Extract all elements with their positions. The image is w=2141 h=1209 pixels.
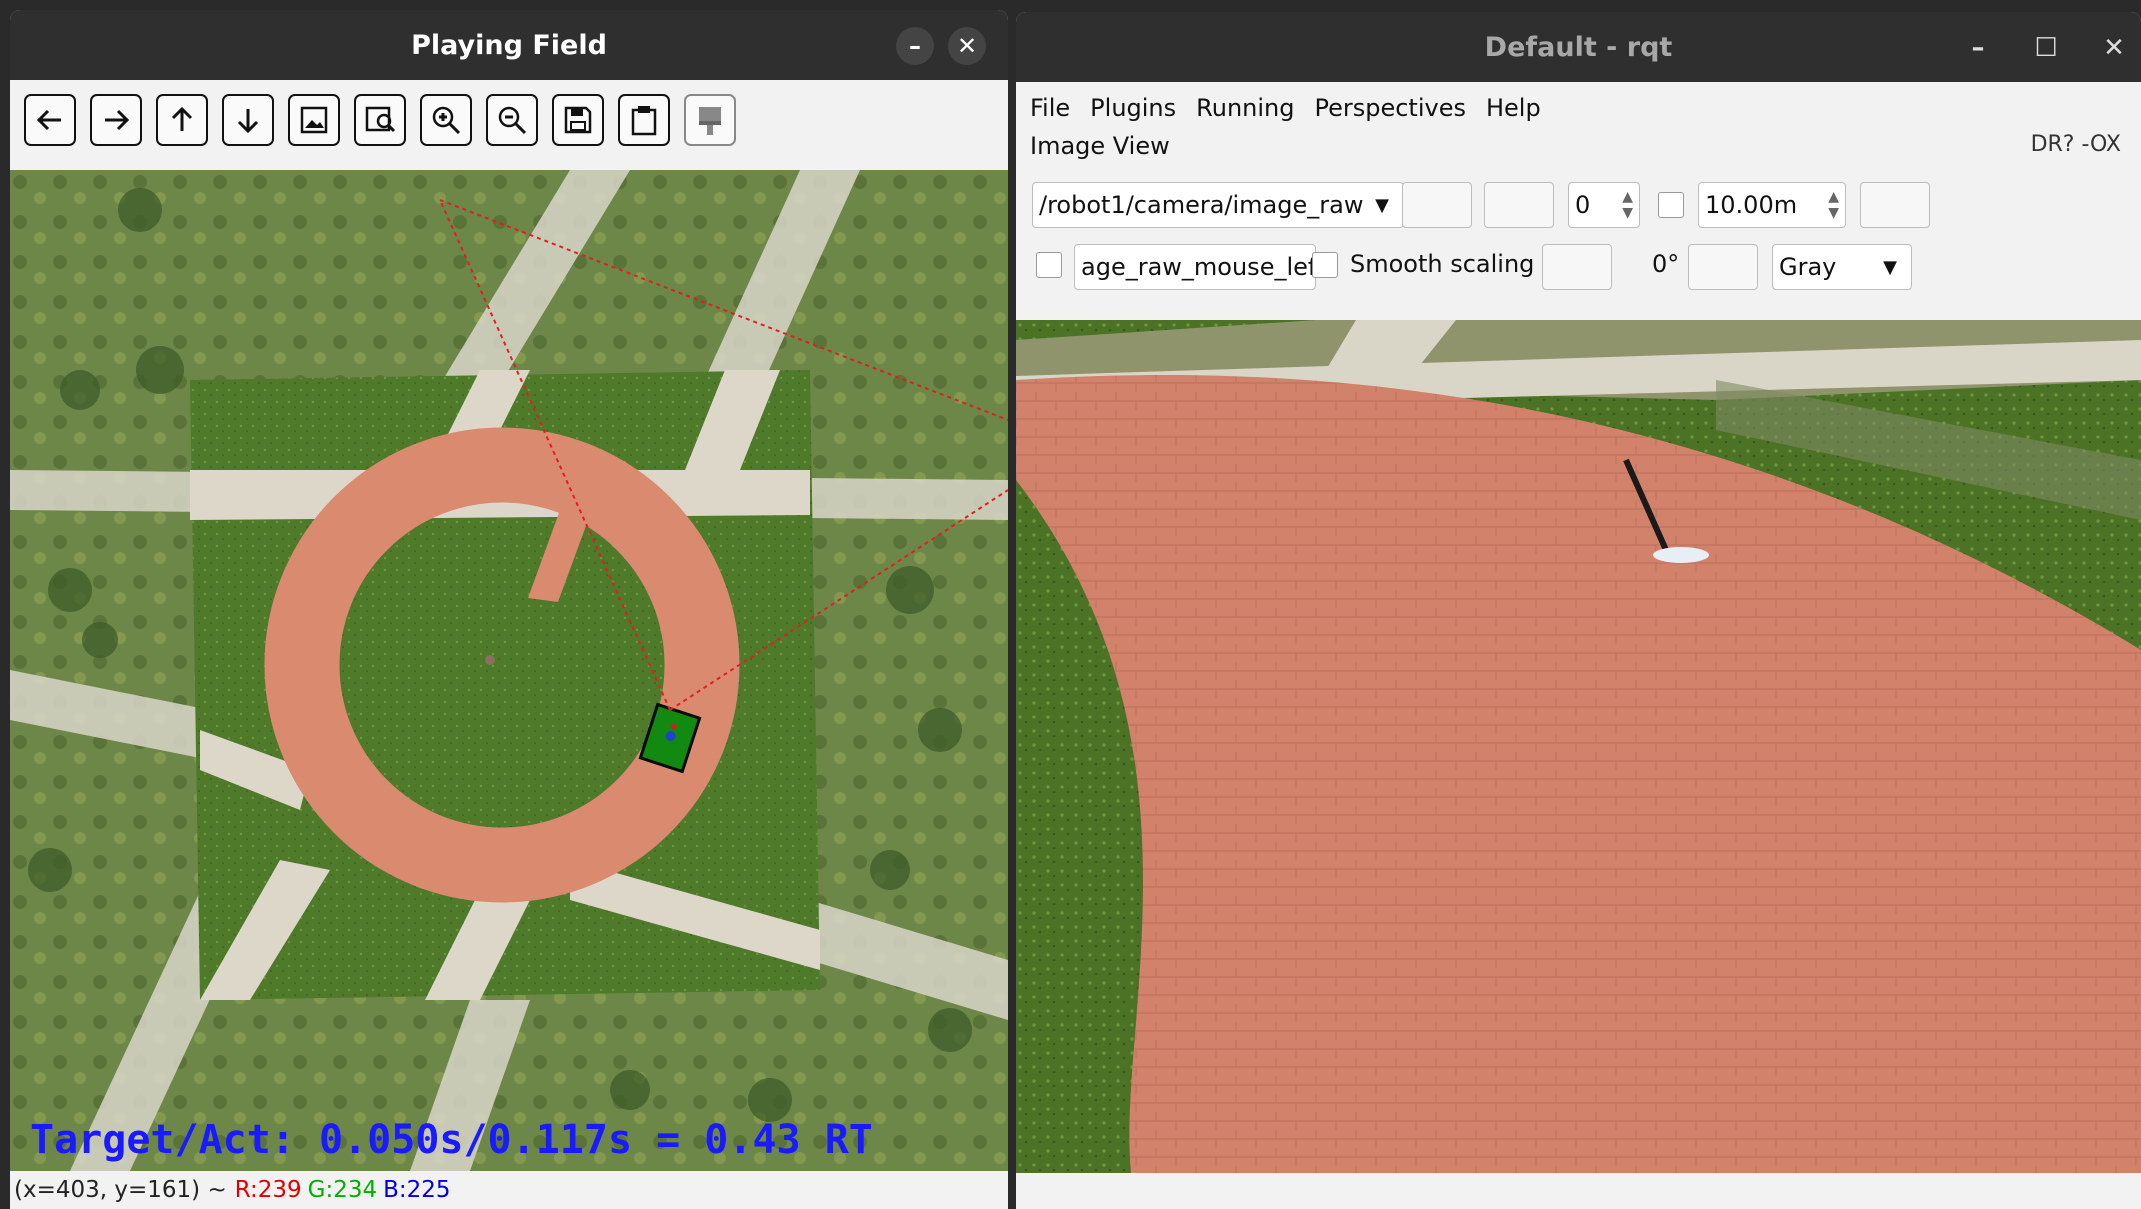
plugin-corner-buttons[interactable]: DR? -OX [2031,132,2121,157]
center-marker [485,655,495,665]
camera-image [1016,320,2141,1173]
rqt-bottom-strip [1016,1173,2141,1209]
dynamic-range-checkbox[interactable] [1658,192,1684,218]
properties-button[interactable] [684,94,736,146]
zoom-to-image-button[interactable] [354,94,406,146]
paint-brush-icon [699,107,721,135]
menu-perspectives[interactable]: Perspectives [1314,94,1466,122]
arrow-down-icon [237,109,259,134]
playing-field-window: Playing Field – ✕ Target/Act: 0.050s/0.1… [10,10,1008,1209]
spin-arrows-icon: ▲ ▼ [1622,189,1633,221]
publish-click-checkbox[interactable] [1036,252,1062,278]
mouse-topic-field[interactable]: age_raw_mouse_left [1074,244,1316,290]
pixel-g: G:234 [307,1177,378,1203]
zoom-in-icon [432,106,461,135]
close-icon: ✕ [2103,33,2125,63]
smooth-scaling-checkbox[interactable] [1312,252,1338,278]
aerial-map: Target/Act: 0.050s/0.117s = 0.43 RT [10,170,1008,1171]
color-scheme-value: Gray [1779,253,1837,281]
menu-running[interactable]: Running [1196,94,1294,122]
camera-image-view[interactable] [1016,320,2141,1173]
minimize-button[interactable]: – [896,27,934,65]
mouse-topic-value: age_raw_mouse_left [1081,253,1316,281]
refresh-topics-button[interactable] [1402,182,1472,228]
image-toolbar [10,80,1008,170]
maximize-button[interactable]: ☐ [2024,26,2068,70]
close-icon: ✕ [956,32,978,60]
rqt-window: Default - rqt – ☐ ✕ File Plugins Running… [1016,12,2141,1209]
chevron-down-icon: ▼ [1375,194,1389,216]
image-search-icon [365,106,396,133]
duration-value: 10.00m [1705,191,1798,219]
save-button[interactable] [552,94,604,146]
chevron-down-icon: ▼ [1883,256,1897,278]
spin-arrows-icon: ▲ ▼ [1828,189,1839,221]
minimize-button[interactable]: – [1956,26,2000,70]
menu-help[interactable]: Help [1486,94,1541,122]
stake-object [1653,547,1709,563]
topic-value: /robot1/camera/image_raw [1039,191,1364,219]
close-button[interactable]: ✕ [948,27,986,65]
rotate-right-button[interactable] [1688,244,1758,290]
spin-box[interactable]: 0 ▲ ▼ [1568,182,1640,228]
pan-right-button[interactable] [90,94,142,146]
arrow-left-icon [36,109,61,131]
save-icon [564,106,592,134]
window-title: Playing Field [411,29,607,61]
status-bar: (x=403, y=161) ~ R:239 G:234 B:225 [10,1171,1008,1209]
zoom-out-icon [498,106,527,135]
image-icon [300,106,328,134]
playing-field-titlebar[interactable]: Playing Field – ✕ [10,10,1008,80]
arrow-up-icon [171,106,193,131]
smooth-scaling-label: Smooth scaling [1350,250,1535,278]
close-button[interactable]: ✕ [2092,26,2136,70]
rotate-left-button[interactable] [1542,244,1612,290]
zoom-in-button[interactable] [420,94,472,146]
pixel-r: R:239 [234,1177,302,1203]
save-image-button[interactable] [1860,182,1930,228]
menu-plugins[interactable]: Plugins [1090,94,1176,122]
duration-spin-box[interactable]: 10.00m ▲ ▼ [1698,182,1846,228]
rqt-titlebar[interactable]: Default - rqt – ☐ ✕ [1016,12,2141,82]
minimize-icon: – [1971,33,1985,63]
playing-field-image[interactable]: Target/Act: 0.050s/0.117s = 0.43 RT [10,170,1008,1171]
minimize-icon: – [909,32,921,60]
pan-down-button[interactable] [222,94,274,146]
clipboard-icon [631,106,657,136]
timing-overlay: Target/Act: 0.050s/0.117s = 0.43 RT [30,1117,873,1163]
spin-value: 0 [1575,191,1591,219]
rotation-label: 0° [1652,250,1680,278]
pixel-b: B:225 [383,1177,451,1203]
arrow-right-icon [105,109,130,131]
color-scheme-select[interactable]: Gray ▼ [1772,244,1912,290]
pan-left-button[interactable] [24,94,76,146]
zoom-out-button[interactable] [486,94,538,146]
zoom-fit-button[interactable] [1484,182,1554,228]
pan-up-button[interactable] [156,94,208,146]
cursor-coords: (x=403, y=161) ~ [14,1177,227,1203]
menu-file[interactable]: File [1030,94,1070,122]
window-title: Default - rqt [1484,31,1673,63]
menu-bar: File Plugins Running Perspectives Help [1016,82,2141,134]
fit-image-button[interactable] [288,94,340,146]
copy-clipboard-button[interactable] [618,94,670,146]
topic-select[interactable]: /robot1/camera/image_raw ▼ [1032,182,1404,228]
plugin-title: Image View [1030,132,1170,160]
maximize-icon: ☐ [2034,33,2058,63]
